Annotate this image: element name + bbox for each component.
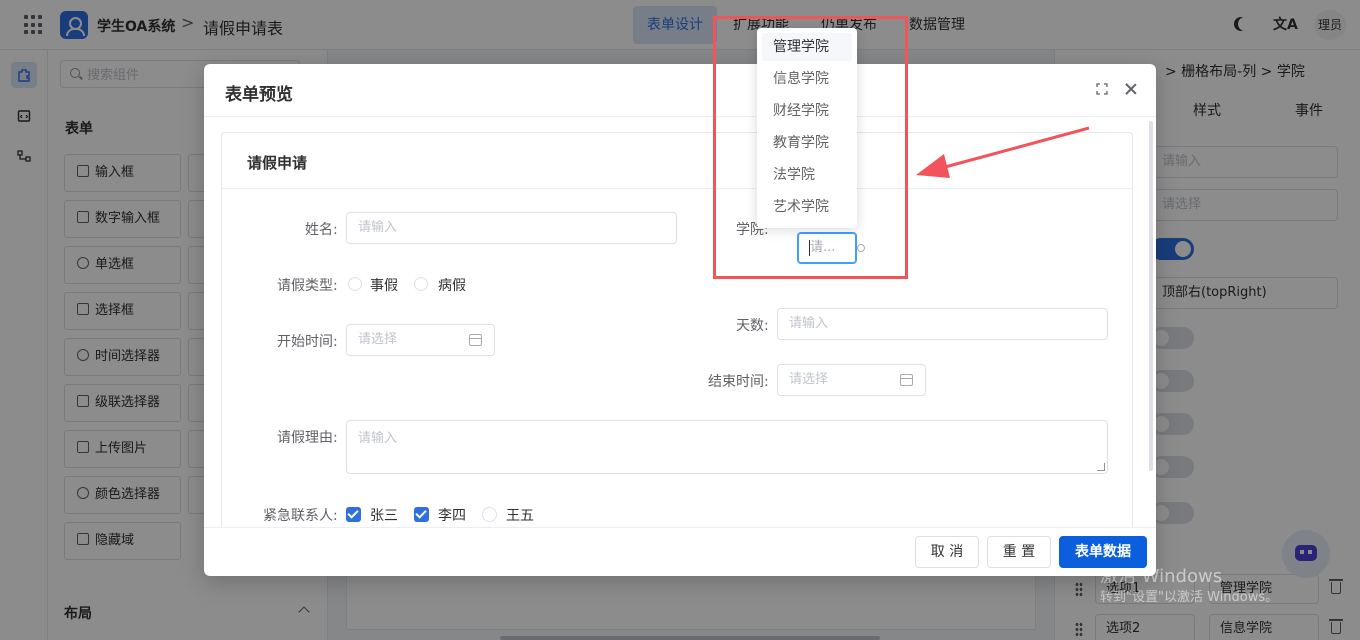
radio-label[interactable]: 事假 <box>370 275 398 295</box>
annotation-highlight-box <box>713 16 908 279</box>
windows-watermark-hint: 转到"设置"以激活 Windows。 <box>1100 590 1279 605</box>
days-input[interactable]: 请输入 <box>777 308 1108 340</box>
end-time-label: 结束时间: <box>708 374 769 390</box>
form-data-button[interactable]: 表单数据 <box>1059 536 1147 568</box>
resize-handle-icon[interactable] <box>1097 463 1105 471</box>
calendar-icon <box>900 374 913 386</box>
end-time-placeholder: 请选择 <box>789 372 829 387</box>
reason-placeholder: 请输入 <box>358 431 398 446</box>
fullscreen-icon[interactable] <box>1096 83 1108 95</box>
start-time-label: 开始时间: <box>277 334 338 350</box>
start-time-placeholder: 请选择 <box>358 332 398 347</box>
checkbox-zhangsan[interactable] <box>346 507 361 522</box>
cancel-button[interactable]: 取 消 <box>915 536 979 568</box>
checkbox-label[interactable]: 王五 <box>506 505 534 525</box>
contact-label: 紧急联系人: <box>263 508 338 524</box>
calendar-icon <box>469 334 482 346</box>
days-label: 天数: <box>736 318 769 334</box>
reason-textarea[interactable]: 请输入 <box>346 420 1108 474</box>
radio-label[interactable]: 病假 <box>438 275 466 295</box>
divider <box>204 527 1156 528</box>
start-time-picker[interactable]: 请选择 <box>346 324 495 356</box>
leave-type-label: 请假类型: <box>277 278 338 294</box>
checkbox-lisi[interactable] <box>414 507 429 522</box>
close-icon[interactable] <box>1124 82 1138 96</box>
name-label: 姓名: <box>305 222 338 238</box>
radio-personal-leave[interactable] <box>348 277 362 291</box>
checkbox-label[interactable]: 张三 <box>370 505 398 525</box>
form-card: 请假申请 姓名: 请输入 学院: 请假类型: 事假 病假 天数: 请输入 开始时… <box>221 132 1133 527</box>
radio-sick-leave[interactable] <box>414 277 428 291</box>
end-time-picker[interactable]: 请选择 <box>777 364 926 396</box>
divider <box>222 188 1132 189</box>
annotation-arrow-icon <box>916 126 1090 178</box>
checkbox-wangwu[interactable] <box>482 507 497 522</box>
card-title: 请假申请 <box>247 154 308 172</box>
dialog-title: 表单预览 <box>225 85 293 105</box>
reason-label: 请假理由: <box>277 430 338 446</box>
checkbox-label[interactable]: 李四 <box>438 505 466 525</box>
reset-button[interactable]: 重 置 <box>987 536 1051 568</box>
name-input[interactable]: 请输入 <box>346 212 677 244</box>
dialog-scrollbar[interactable] <box>1149 121 1153 471</box>
